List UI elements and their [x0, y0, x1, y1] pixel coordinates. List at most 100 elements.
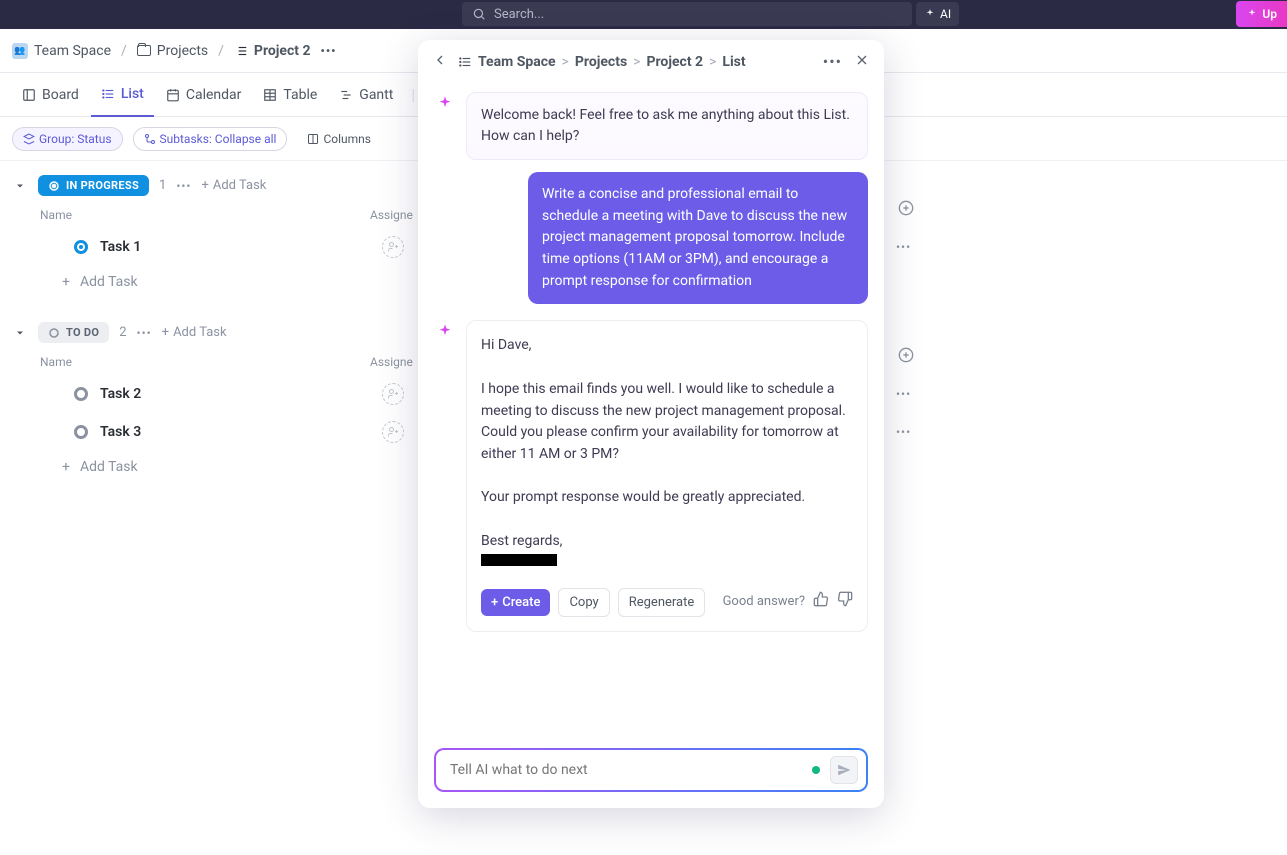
separator: > — [709, 54, 716, 70]
thumbs-down-icon — [837, 591, 853, 607]
status-pill-todo[interactable]: TO DO — [38, 322, 109, 343]
collapse-toggle[interactable] — [12, 325, 28, 341]
separator: / — [218, 43, 224, 59]
tab-list[interactable]: List — [91, 73, 154, 117]
ai-input-area — [418, 738, 884, 808]
table-icon — [263, 88, 277, 102]
back-button[interactable] — [432, 52, 448, 72]
send-button[interactable] — [830, 756, 858, 784]
thumbs-up-button[interactable] — [813, 591, 829, 614]
subtasks-chip[interactable]: Subtasks: Collapse all — [133, 127, 288, 151]
row-more-icon[interactable]: ••• — [896, 240, 911, 254]
ai-message: Welcome back! Feel free to ask me anythi… — [466, 92, 868, 160]
search-input[interactable]: Search... — [462, 2, 912, 26]
tab-calendar[interactable]: Calendar — [156, 73, 252, 117]
list-icon — [234, 44, 248, 58]
group-more-icon[interactable]: ••• — [176, 179, 191, 193]
ai-panel-header: Team Space > Projects > Project 2 > List… — [418, 40, 884, 84]
more-icon[interactable]: ••• — [321, 44, 337, 58]
tab-table-label: Table — [283, 87, 317, 103]
ai-greeting-text: Welcome back! Feel free to ask me anythi… — [481, 107, 850, 144]
group-more-icon[interactable]: ••• — [137, 326, 152, 340]
status-pill-inprogress[interactable]: IN PROGRESS — [38, 175, 149, 196]
user-message: Write a concise and professional email t… — [528, 172, 868, 304]
tab-list-label: List — [121, 86, 144, 102]
separator: / — [121, 43, 127, 59]
collapse-toggle[interactable] — [12, 178, 28, 194]
close-button[interactable] — [854, 52, 870, 72]
ai-crumb-view[interactable]: List — [722, 54, 745, 70]
ai-prompt-field[interactable] — [450, 762, 812, 778]
ai-panel: Team Space > Projects > Project 2 > List… — [418, 40, 884, 808]
status-icon — [48, 180, 60, 192]
group-chip[interactable]: Group: Status — [12, 127, 123, 151]
tab-board[interactable]: Board — [12, 73, 89, 117]
crumb-list-label: Project 2 — [254, 43, 311, 59]
subtasks-chip-label: Subtasks: Collapse all — [160, 132, 277, 146]
separator: > — [633, 54, 640, 70]
row-more-icon[interactable]: ••• — [896, 425, 911, 439]
columns-icon — [307, 133, 319, 145]
tab-board-label: Board — [42, 87, 79, 103]
separator: > — [562, 54, 569, 70]
topbar: Search... AI Up — [0, 0, 1287, 29]
upgrade-label: Up — [1262, 7, 1277, 21]
crumb-folder[interactable]: Projects — [137, 43, 208, 59]
thumbs-down-button[interactable] — [837, 591, 853, 614]
regenerate-button[interactable]: Regenerate — [618, 588, 706, 617]
status-icon — [48, 327, 60, 339]
assignee-add-icon[interactable] — [382, 236, 404, 258]
copy-button[interactable]: Copy — [558, 588, 609, 617]
ai-label: AI — [940, 7, 951, 21]
sparkle-icon — [1246, 8, 1258, 20]
create-label: Create — [502, 595, 540, 610]
col-name: Name — [40, 355, 370, 369]
assignee-add-icon[interactable] — [382, 421, 404, 443]
crumb-space[interactable]: 👥 Team Space — [12, 43, 111, 59]
send-icon — [837, 763, 851, 777]
close-icon — [854, 52, 870, 68]
add-column-icon[interactable] — [898, 200, 914, 220]
columns-button[interactable]: Columns — [297, 128, 381, 150]
email-body: I hope this email finds you well. I woul… — [481, 379, 853, 466]
upgrade-button[interactable]: Up — [1236, 1, 1287, 27]
status-dot-icon[interactable] — [74, 387, 88, 401]
create-button[interactable]: + Create — [481, 589, 550, 616]
sparkle-icon — [924, 8, 936, 20]
ai-crumb-list[interactable]: Project 2 — [646, 54, 703, 70]
ai-conversation: Welcome back! Feel free to ask me anythi… — [418, 84, 884, 738]
add-task-label: Add Task — [173, 325, 227, 340]
ai-avatar-icon — [434, 320, 456, 342]
ai-button[interactable]: AI — [916, 2, 959, 26]
ai-crumb-space[interactable]: Team Space — [478, 54, 556, 70]
crumb-folder-label: Projects — [157, 43, 208, 59]
crumb-space-label: Team Space — [34, 43, 111, 59]
group-add-task[interactable]: + Add Task — [201, 178, 266, 193]
status-indicator-icon — [812, 766, 820, 774]
chevron-down-icon — [14, 327, 26, 339]
more-icon[interactable]: ••• — [823, 52, 842, 72]
ai-prompt-input[interactable] — [434, 748, 868, 792]
tab-gantt[interactable]: Gantt — [329, 73, 403, 117]
chevron-left-icon — [432, 52, 448, 68]
row-more-icon[interactable]: ••• — [896, 387, 911, 401]
sparkle-icon — [437, 323, 453, 339]
plus-icon: + — [162, 325, 169, 340]
ai-crumb-folder[interactable]: Projects — [575, 54, 627, 70]
list-icon — [101, 87, 115, 101]
task-name: Task 3 — [100, 424, 370, 440]
calendar-icon — [166, 88, 180, 102]
tab-table[interactable]: Table — [253, 73, 327, 117]
status-dot-icon[interactable] — [74, 425, 88, 439]
search-icon — [472, 7, 486, 21]
add-column-icon[interactable] — [898, 347, 914, 367]
tab-gantt-label: Gantt — [359, 87, 393, 103]
crumb-list[interactable]: Project 2 — [234, 43, 311, 59]
group-chip-label: Group: Status — [39, 132, 112, 146]
status-dot-icon[interactable] — [74, 240, 88, 254]
status-label: IN PROGRESS — [66, 179, 139, 192]
group-add-task[interactable]: + Add Task — [162, 325, 227, 340]
plus-icon: + — [201, 178, 208, 193]
status-label: TO DO — [66, 326, 99, 339]
assignee-add-icon[interactable] — [382, 383, 404, 405]
